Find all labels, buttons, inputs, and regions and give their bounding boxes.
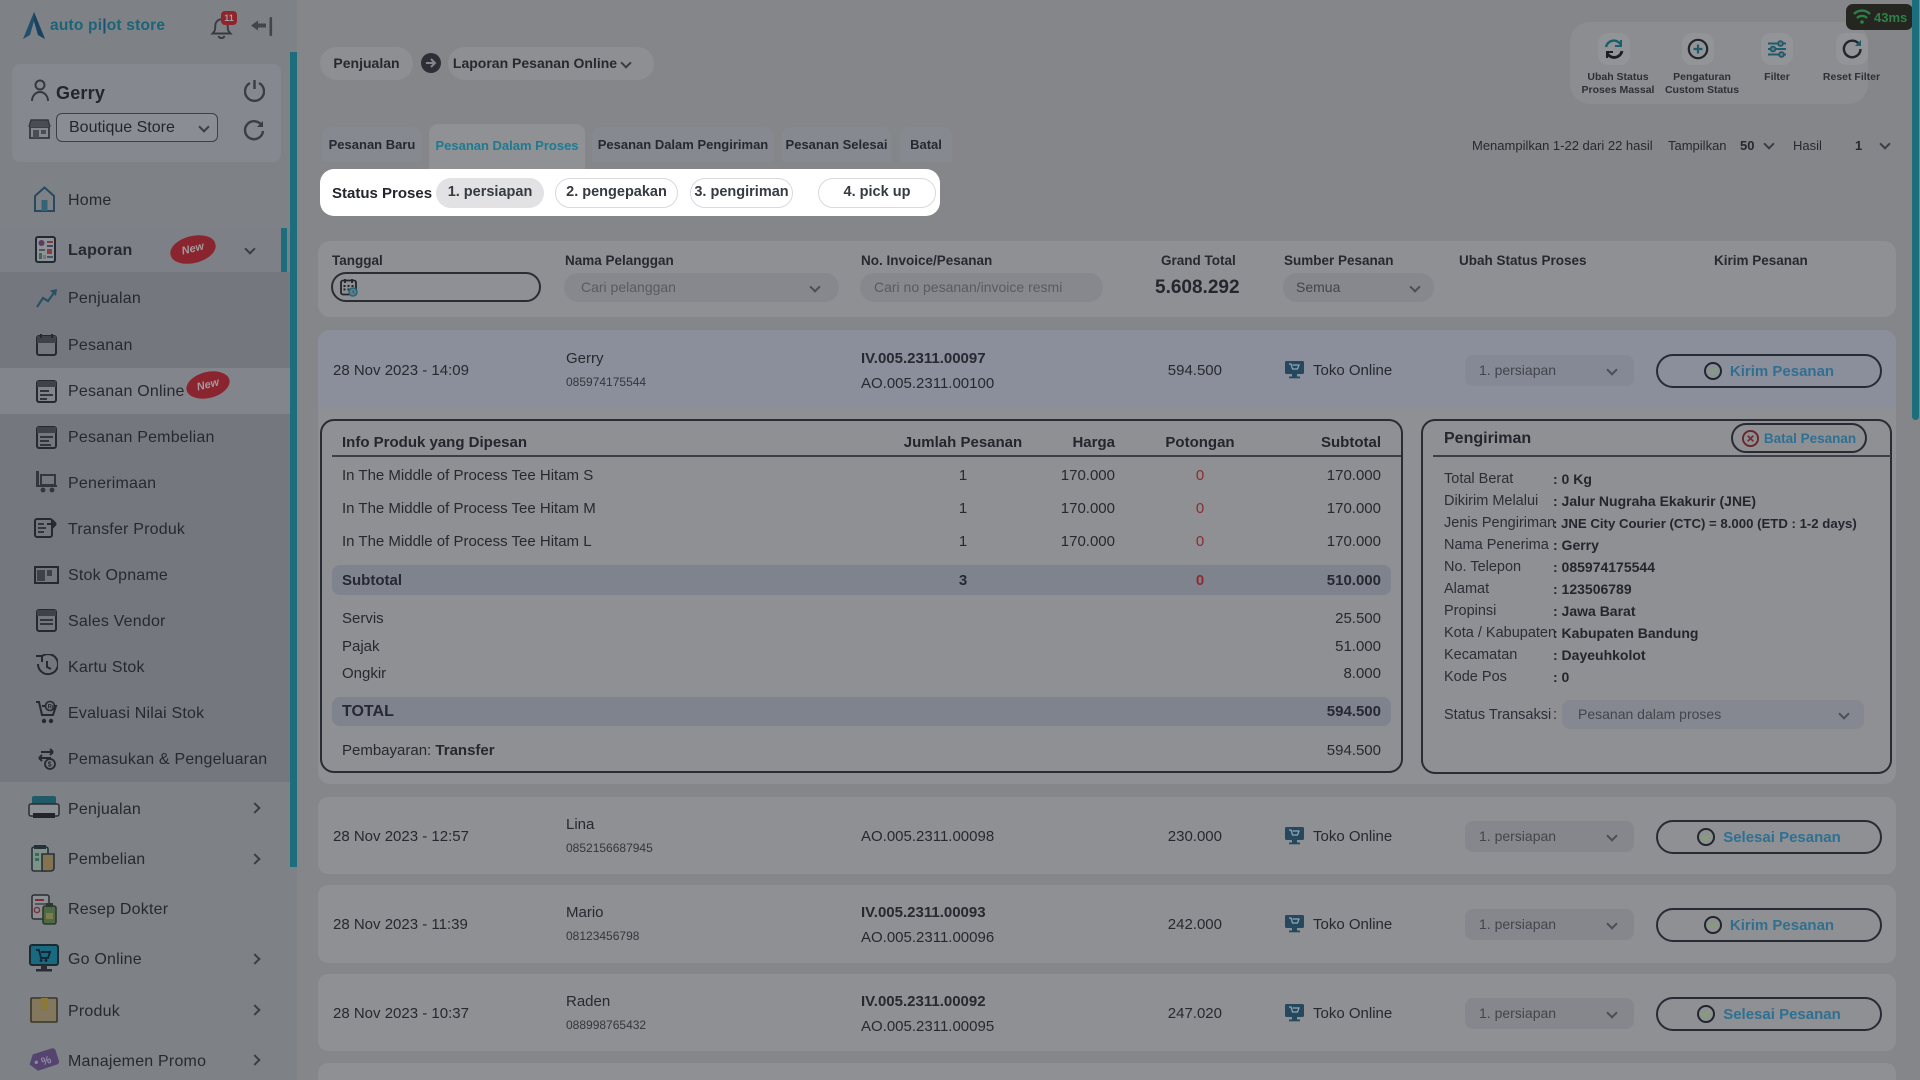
svg-text:$: $	[48, 762, 52, 769]
svg-text:Rp: Rp	[48, 704, 56, 710]
